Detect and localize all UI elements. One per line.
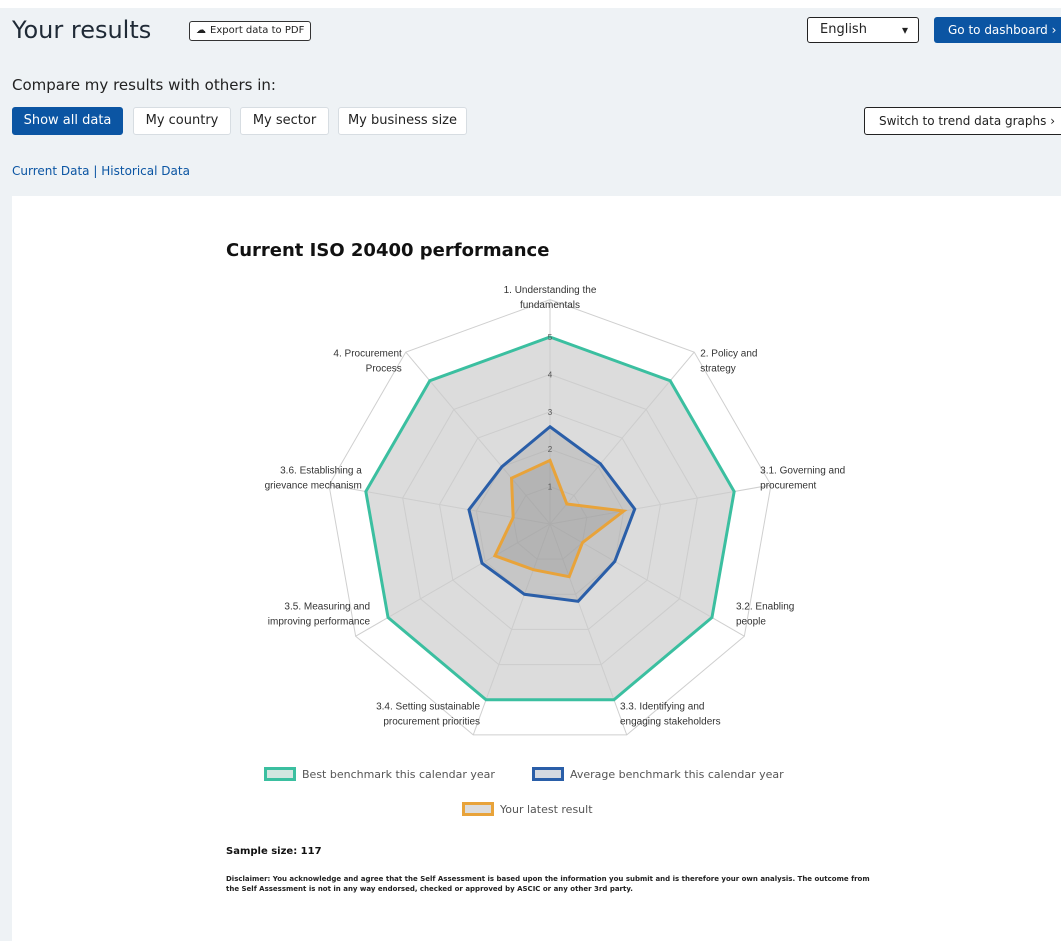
- legend-average-swatch: [532, 767, 564, 781]
- axis-label: 3.2. Enabling people: [736, 602, 794, 628]
- axis-label: 1. Understanding the fundamentals: [504, 285, 597, 311]
- tick-label: 2: [548, 445, 553, 454]
- axis-label-line: fundamentals: [520, 300, 580, 311]
- axis-label: 3.1. Governing and procurement: [760, 466, 845, 492]
- axis-label: 3.3. Identifying and engaging stakeholder…: [620, 702, 721, 728]
- axis-label-line: Process: [366, 364, 402, 375]
- legend-latest-swatch: [462, 802, 494, 816]
- axis-label-line: procurement: [760, 481, 816, 492]
- legend-average-label: Average benchmark this calendar year: [570, 767, 784, 781]
- axis-label-line: 2. Policy and: [700, 349, 757, 360]
- legend-best-label: Best benchmark this calendar year: [302, 767, 495, 781]
- tick-label: 5: [548, 333, 553, 342]
- axis-label: 3.6. Establishing a grievance mechanism: [265, 466, 363, 492]
- axis-label-line: engaging stakeholders: [620, 717, 721, 728]
- axis-label-line: procurement priorities: [383, 717, 480, 728]
- axis-label-line: 4. Procurement: [333, 349, 402, 360]
- axis-label: 2. Policy and strategy: [700, 349, 757, 375]
- legend-latest-label: Your latest result: [500, 802, 593, 816]
- sample-size: Sample size: 117: [226, 846, 322, 857]
- axis-label: 3.5. Measuring and improving performance: [268, 602, 371, 628]
- axis-label-line: grievance mechanism: [265, 481, 362, 492]
- axis-label-line: 1. Understanding the: [504, 285, 597, 296]
- disclaimer: Disclaimer: You acknowledge and agree th…: [226, 875, 870, 893]
- axis-label-line: people: [736, 617, 766, 628]
- axis-label-line: improving performance: [268, 617, 371, 628]
- legend-best-swatch: [264, 767, 296, 781]
- axis-label-line: 3.6. Establishing a: [280, 466, 362, 477]
- axis-label-line: 3.4. Setting sustainable: [376, 702, 480, 713]
- axis-label: 4. Procurement Process: [333, 349, 402, 375]
- axis-label-line: 3.3. Identifying and: [620, 702, 705, 713]
- tick-label: 3: [548, 408, 553, 417]
- tick-label: 4: [548, 370, 553, 379]
- axis-label-line: 3.2. Enabling: [736, 602, 794, 613]
- axis-label-line: 3.5. Measuring and: [284, 602, 370, 613]
- tick-label: 1: [548, 483, 553, 492]
- radar-chart: 1 2 3 4 5 1. Understanding the fundamentals 2. …: [265, 285, 845, 736]
- axis-label: 3.4. Setting sustainable procurement prio…: [376, 702, 480, 728]
- legend-average[interactable]: Average benchmark this calendar year: [532, 767, 784, 781]
- axis-label-line: strategy: [700, 364, 736, 375]
- axis-label-line: 3.1. Governing and: [760, 466, 845, 477]
- legend-latest[interactable]: Your latest result: [462, 802, 593, 816]
- legend-best[interactable]: Best benchmark this calendar year: [264, 767, 495, 781]
